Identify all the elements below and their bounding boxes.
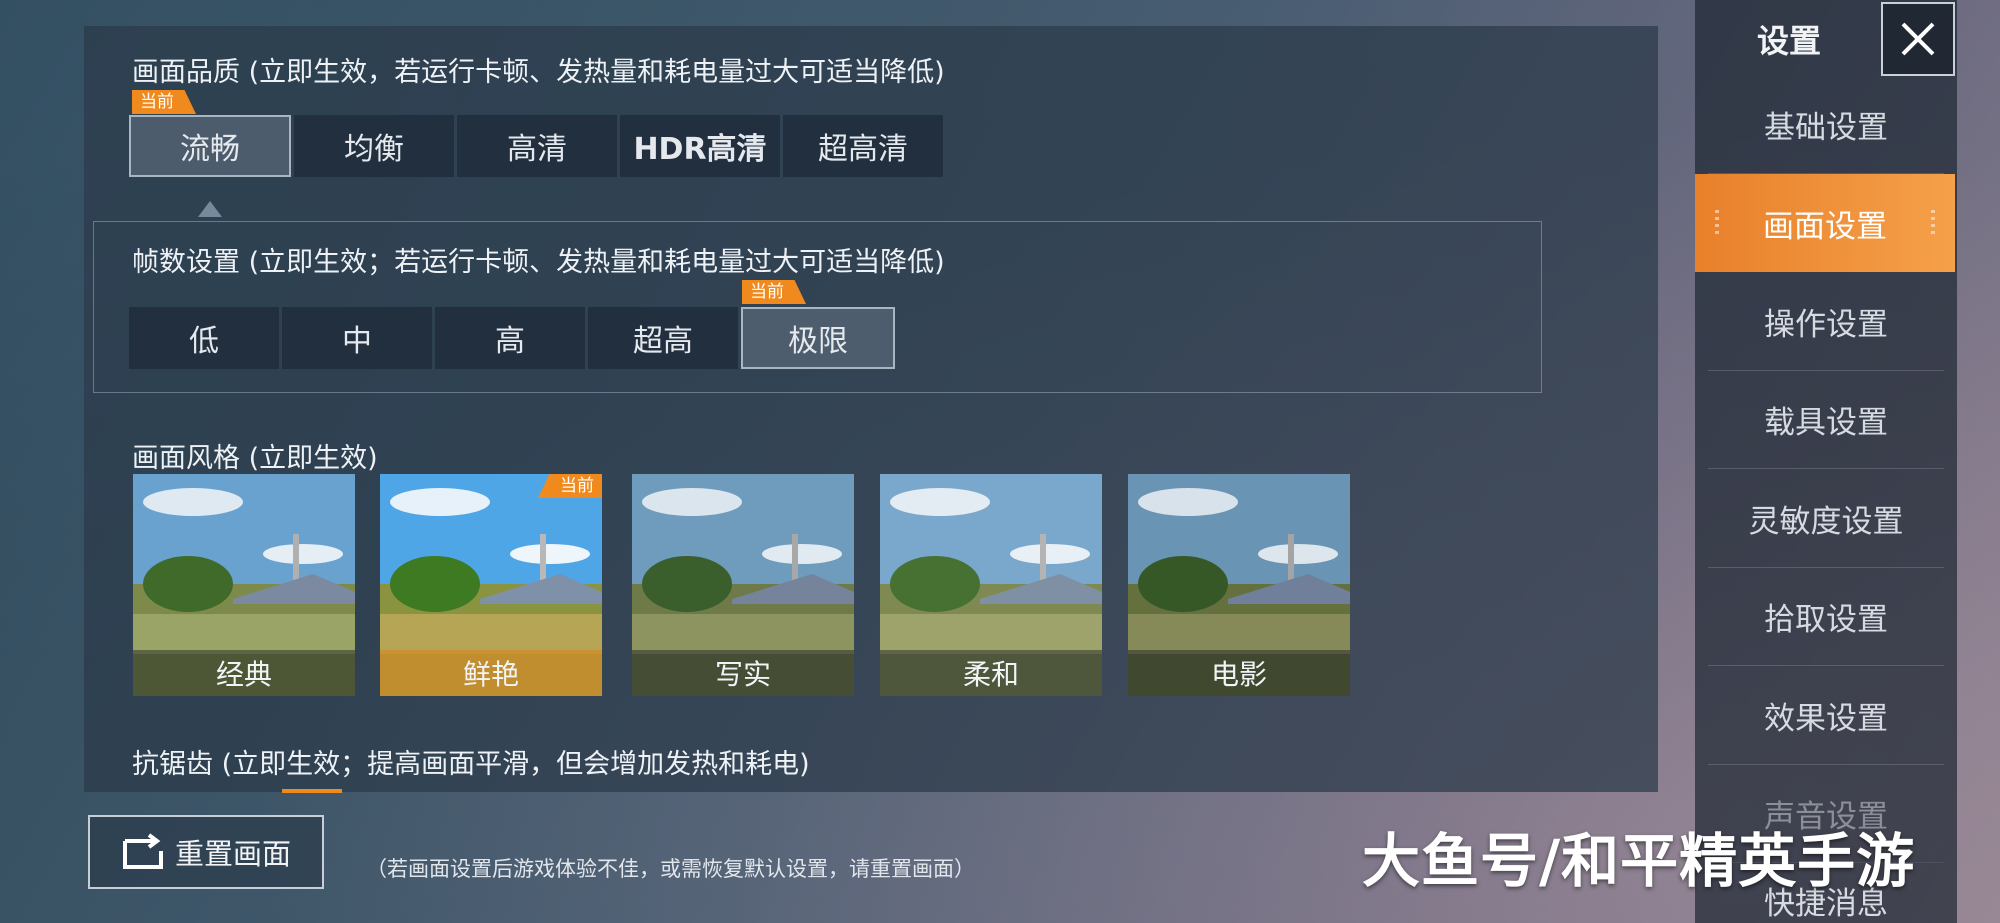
quality-option-uhd[interactable]: 超高清 <box>783 115 943 177</box>
style-label-realistic: 写实 <box>632 650 854 696</box>
reset-label: 重置画面 <box>174 837 291 871</box>
quality-option-hdr[interactable]: HDR高清 <box>620 115 780 177</box>
sidebar-item-sensitivity[interactable]: 灵敏度设置 <box>1708 470 1944 568</box>
style-thumb-cinema[interactable]: 电影 <box>1128 474 1350 696</box>
fps-option-ultra[interactable]: 超高 <box>588 307 738 369</box>
reset-hint: （若画面设置后游戏体验不佳，或需恢复默认设置，请重置画面） <box>366 857 975 881</box>
quality-current-badge: 当前 <box>132 90 196 114</box>
quality-option-balanced[interactable]: 均衡 <box>294 115 454 177</box>
close-button[interactable] <box>1881 2 1955 76</box>
reset-icon <box>122 833 163 869</box>
quality-option-hd[interactable]: 高清 <box>457 115 617 177</box>
sidebar-item-effects[interactable]: 效果设置 <box>1708 667 1944 765</box>
submenu-pointer <box>198 201 222 217</box>
style-thumb-realistic[interactable]: 写实 <box>632 474 854 696</box>
reset-graphics-button[interactable]: 重置画面 <box>88 815 324 889</box>
style-label-vivid: 鲜艳 <box>380 650 602 696</box>
watermark: 大鱼号/和平精英手游 <box>1362 827 1916 895</box>
sidebar-item-controls[interactable]: 操作设置 <box>1708 273 1944 371</box>
fps-option-extreme[interactable]: 极限 <box>741 307 895 369</box>
style-thumb-classic[interactable]: 经典 <box>133 474 355 696</box>
style-thumb-vivid[interactable]: 当前 鲜艳 <box>380 474 602 696</box>
fps-option-mid[interactable]: 中 <box>282 307 432 369</box>
style-title: 画面风格 (立即生效) <box>132 443 378 474</box>
fps-option-low[interactable]: 低 <box>129 307 279 369</box>
sidebar-item-graphics[interactable]: 画面设置 <box>1695 174 1955 272</box>
quality-options: 流畅 均衡 高清 HDR高清 超高清 <box>129 115 946 177</box>
sidebar-item-pickup[interactable]: 拾取设置 <box>1708 568 1944 666</box>
close-icon <box>1901 22 1935 56</box>
fps-title: 帧数设置 (立即生效；若运行卡顿、发热量和耗电量过大可适当降低) <box>132 247 945 278</box>
quality-option-smooth[interactable]: 流畅 <box>129 115 291 177</box>
sidebar-item-basic[interactable]: 基础设置 <box>1708 76 1944 174</box>
sidebar-item-vehicle[interactable]: 载具设置 <box>1708 371 1944 469</box>
style-label-cinema: 电影 <box>1128 650 1350 696</box>
style-thumb-soft[interactable]: 柔和 <box>880 474 1102 696</box>
style-label-soft: 柔和 <box>880 650 1102 696</box>
quality-title: 画面品质 (立即生效，若运行卡顿、发热量和耗电量过大可适当降低) <box>132 57 945 88</box>
sidebar-header: 设置 <box>1695 0 1957 78</box>
fps-option-high[interactable]: 高 <box>435 307 585 369</box>
antialias-current-badge-fragment <box>282 789 342 793</box>
sidebar-title: 设置 <box>1757 22 1822 60</box>
antialias-title: 抗锯齿 (立即生效；提高画面平滑，但会增加发热和耗电) <box>132 749 810 780</box>
fps-options: 低 中 高 超高 极限 <box>129 307 898 369</box>
style-label-classic: 经典 <box>133 650 355 696</box>
